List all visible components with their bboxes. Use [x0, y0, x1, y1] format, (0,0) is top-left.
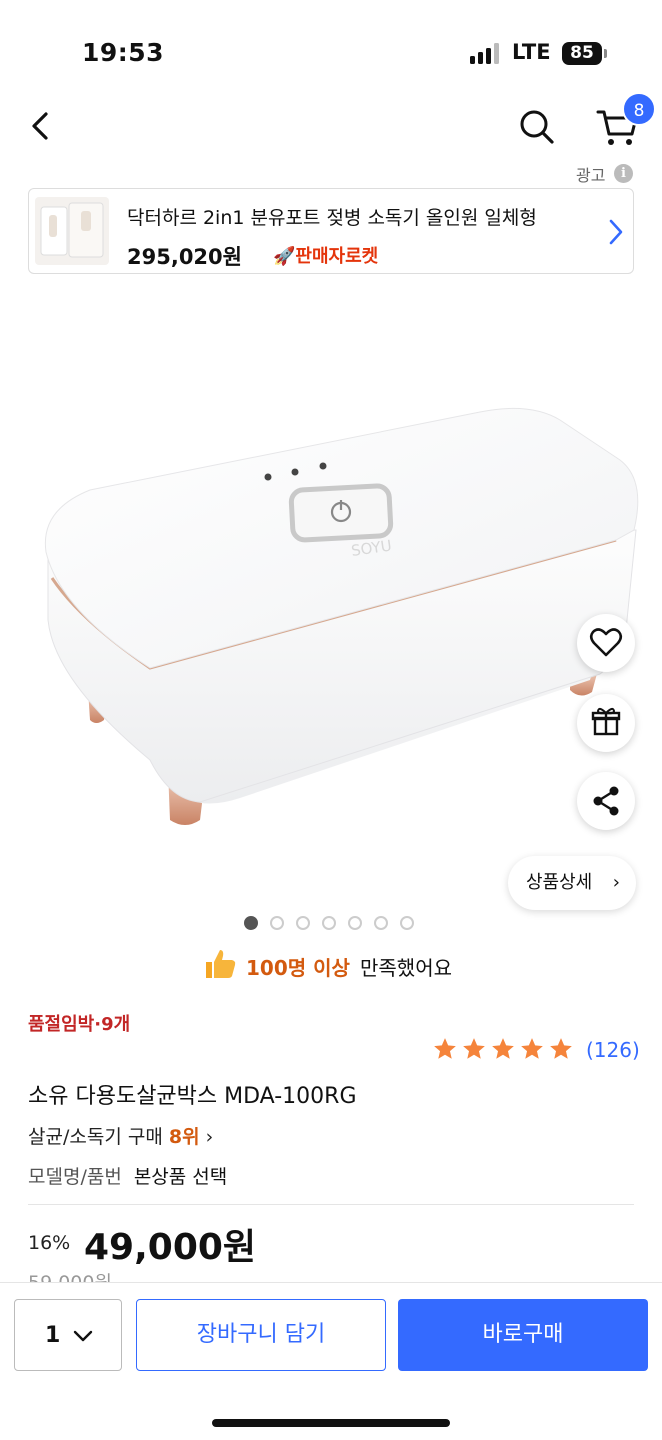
home-indicator [212, 1419, 450, 1427]
share-icon [593, 786, 619, 816]
quantity-select[interactable]: 1 [14, 1299, 122, 1371]
ad-price: 295,020원 [127, 245, 242, 269]
bottom-action-bar: 1 장바구니 담기 바로구매 [0, 1282, 662, 1440]
wishlist-button[interactable] [577, 614, 635, 672]
heart-icon [589, 628, 623, 657]
model-value: 본상품 선택 [133, 1166, 228, 1188]
rank-value: 8위 [168, 1126, 200, 1148]
quantity-value: 1 [45, 1323, 61, 1348]
star-icon [434, 1038, 456, 1059]
star-icon [463, 1038, 485, 1059]
network-label: LTE [512, 40, 551, 64]
status-time: 19:53 [82, 38, 165, 67]
thumbs-up-icon [206, 950, 236, 978]
gift-icon [591, 707, 621, 736]
product-detail-label: 상품상세 [526, 872, 593, 893]
seller-rocket-label: 판매자로켓 [295, 246, 379, 267]
search-icon [520, 110, 554, 144]
satisfaction-count: 100명 이상 [246, 956, 350, 980]
cart-count-badge: 8 [622, 92, 656, 126]
gallery-dot[interactable] [348, 916, 362, 930]
star-icon [521, 1038, 543, 1059]
category-label: 살균/소독기 구매 [28, 1126, 163, 1148]
back-button[interactable] [22, 104, 62, 148]
sale-price: 49,000원 [84, 1227, 257, 1268]
battery-tip [604, 49, 607, 58]
category-rank-link[interactable]: 살균/소독기 구매 8위 › [28, 1122, 213, 1149]
star-icon [492, 1038, 514, 1059]
gallery-dot[interactable] [322, 916, 336, 930]
gift-button[interactable] [577, 694, 635, 752]
chevron-right-icon [601, 215, 631, 249]
chevron-down-icon [73, 1330, 93, 1342]
gallery-dot[interactable] [244, 916, 258, 930]
ad-title: 닥터하르 2in1 분유포트 젖병 소독기 올인원 일체형 [127, 207, 537, 229]
battery-icon: 85 [562, 42, 602, 65]
satisfaction-text: 만족했어요 [360, 956, 452, 980]
product-detail-button[interactable]: 상품상세 › [508, 856, 636, 910]
discount-rate: 16% [28, 1232, 71, 1254]
buy-now-button[interactable]: 바로구매 [398, 1299, 648, 1371]
star-icon [550, 1038, 572, 1059]
model-label: 모델명/품번 [28, 1166, 122, 1188]
original-price: 59,000원 [28, 1268, 112, 1282]
chevron-right-icon: › [612, 872, 620, 893]
info-icon[interactable]: i [614, 164, 633, 183]
gallery-dot[interactable] [374, 916, 388, 930]
gallery-dot[interactable] [296, 916, 310, 930]
model-selector[interactable]: 모델명/품번 본상품 선택 [28, 1162, 227, 1189]
stock-warning: 품절임박·9개 [28, 1014, 131, 1035]
signal-icon [470, 42, 504, 64]
status-bar: 19:53 LTE 85 [0, 0, 662, 100]
divider [28, 1204, 634, 1205]
ad-banner[interactable]: 닥터하르 2in1 분유포트 젖병 소독기 올인원 일체형 295,020원 🚀… [28, 188, 634, 274]
gallery-dot[interactable] [400, 916, 414, 930]
seller-rocket-badge: 🚀판매자로켓 [273, 242, 378, 268]
share-button[interactable] [577, 772, 635, 830]
review-count[interactable]: (126) [586, 1038, 640, 1062]
gallery-pagination[interactable] [244, 915, 426, 931]
rocket-icon: 🚀 [273, 246, 296, 267]
back-arrow-icon [32, 112, 48, 140]
chevron-right-icon: › [205, 1126, 214, 1148]
gallery-dot[interactable] [270, 916, 284, 930]
product-image[interactable]: SOYU [0, 290, 662, 910]
rating-stars[interactable] [432, 1036, 577, 1064]
ad-label: 광고 [576, 166, 606, 185]
product-title: 소유 다용도살균박스 MDA-100RG [28, 1084, 357, 1109]
search-button[interactable] [514, 104, 558, 148]
add-to-cart-button[interactable]: 장바구니 담기 [136, 1299, 386, 1371]
ad-product-thumbnail [35, 197, 109, 265]
